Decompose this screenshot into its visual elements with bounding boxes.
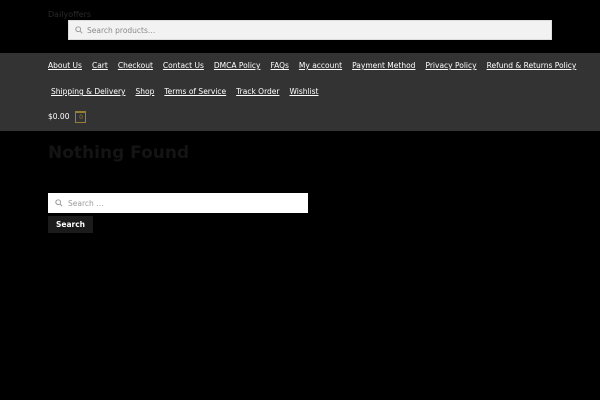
header-cart[interactable]: $0.00 0	[48, 111, 87, 123]
cart-count-icon[interactable]: 0	[75, 111, 87, 123]
nav-my-account[interactable]: My account	[299, 61, 342, 71]
product-search-box[interactable]	[68, 20, 552, 40]
nav-cart[interactable]: Cart	[92, 61, 108, 71]
nav-shipping-delivery[interactable]: Shipping & Delivery	[51, 87, 125, 97]
search-button[interactable]: Search	[48, 216, 93, 233]
nav-contact-us[interactable]: Contact Us	[163, 61, 204, 71]
nav-faqs[interactable]: FAQs	[270, 61, 288, 71]
primary-nav-row-2: Shipping & Delivery Shop Terms of Servic…	[51, 87, 319, 97]
nav-privacy-policy[interactable]: Privacy Policy	[425, 61, 476, 71]
nav-shop[interactable]: Shop	[135, 87, 154, 97]
search-icon	[55, 199, 63, 207]
nav-refund-returns-policy[interactable]: Refund & Returns Policy	[487, 61, 577, 71]
nav-dmca-policy[interactable]: DMCA Policy	[214, 61, 261, 71]
product-search-input[interactable]	[83, 21, 551, 39]
page-search-input[interactable]	[63, 193, 308, 213]
nav-about-us[interactable]: About Us	[48, 61, 82, 71]
nav-terms-of-service[interactable]: Terms of Service	[164, 87, 226, 97]
cart-amount[interactable]: $0.00	[48, 111, 69, 123]
top-bar: Dailyoffers	[0, 0, 600, 53]
search-icon	[75, 26, 83, 34]
page-search-box[interactable]	[48, 193, 308, 213]
page-title: Nothing Found	[48, 143, 190, 163]
nav-track-order[interactable]: Track Order	[236, 87, 279, 97]
primary-nav-row-1: About Us Cart Checkout Contact Us DMCA P…	[48, 61, 576, 71]
nav-payment-method[interactable]: Payment Method	[352, 61, 415, 71]
nav-wishlist[interactable]: Wishlist	[289, 87, 318, 97]
nav-checkout[interactable]: Checkout	[118, 61, 153, 71]
site-title[interactable]: Dailyoffers	[48, 10, 91, 19]
